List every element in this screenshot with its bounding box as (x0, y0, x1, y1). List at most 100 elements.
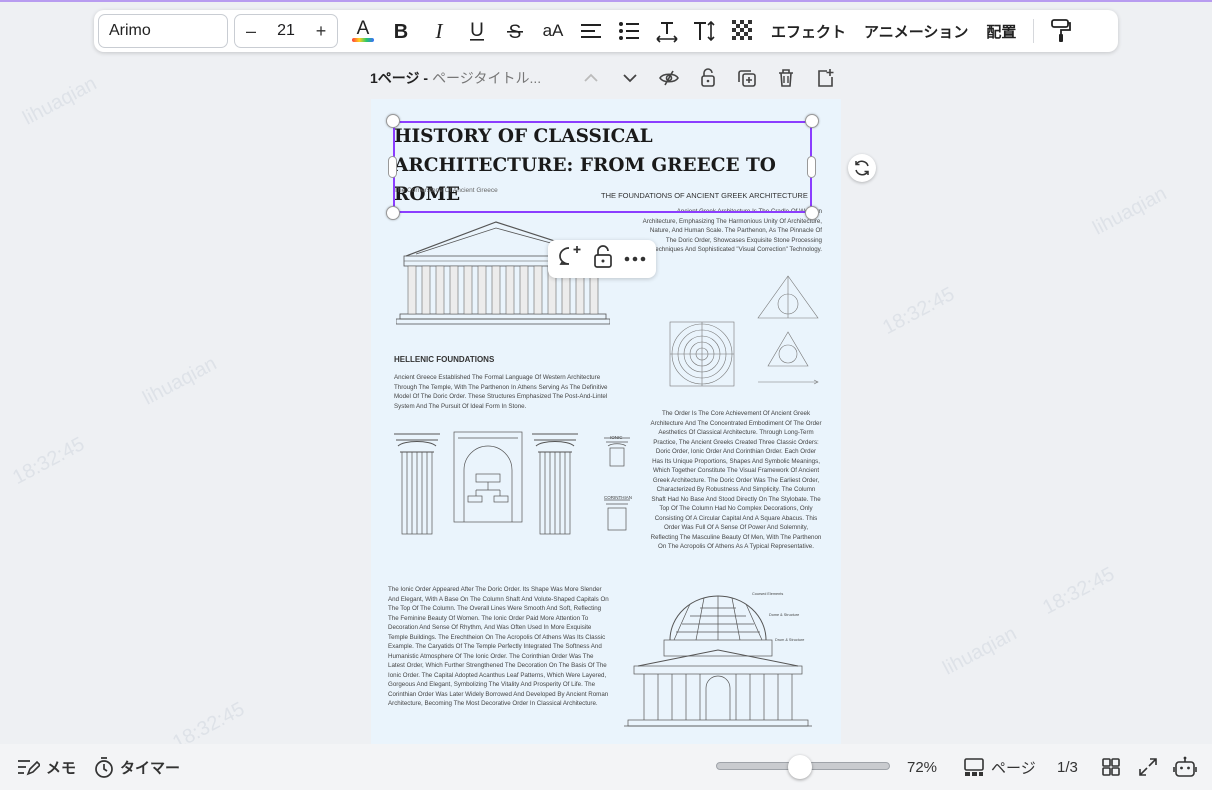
chevron-up-icon (584, 73, 598, 82)
strikethrough-icon: S (507, 22, 523, 42)
resize-handle-bottom-right[interactable] (805, 206, 819, 220)
svg-text:B: B (394, 21, 408, 42)
order-body-text[interactable]: The Order Is The Core Achievement Of Anc… (650, 409, 822, 552)
position-button[interactable]: 配置 (977, 21, 1025, 42)
font-family-dropdown[interactable]: Arimo (98, 14, 228, 48)
comment-plus-icon (559, 245, 581, 265)
text-color-button[interactable]: A (344, 14, 382, 48)
svg-text:A: A (357, 18, 370, 39)
add-page-icon (818, 69, 834, 87)
italic-button[interactable]: I (420, 14, 458, 48)
letter-case-label: aA (542, 21, 564, 40)
add-page-button[interactable] (810, 66, 840, 90)
page-header: 1ページ - ページタイトル... (370, 66, 840, 90)
lock-element-button[interactable] (593, 244, 613, 274)
hide-page-button[interactable] (654, 66, 684, 90)
page-view-button[interactable]: ページ (963, 757, 1036, 778)
underline-button[interactable]: U (458, 14, 496, 48)
decrease-font-size-button[interactable]: – (243, 21, 259, 42)
text-toolbar: Arimo – 21 + A B I U S aA エフェクト アニメーション … (94, 10, 1118, 52)
underline-icon: U (470, 20, 484, 41)
chevron-down-icon (623, 74, 637, 83)
section-body-hellenic[interactable]: Ancient Greece Established The Formal La… (394, 373, 618, 411)
section-heading-hellenic[interactable]: HELLENIC FOUNDATIONS (394, 355, 494, 364)
timer-icon (95, 757, 113, 778)
assistant-button[interactable] (1173, 755, 1197, 784)
orders-illustration (394, 431, 630, 535)
zoom-slider-knob[interactable] (787, 755, 812, 779)
notes-button[interactable]: メモ (16, 757, 76, 778)
lock-icon (594, 244, 612, 268)
section-body-foundations[interactable]: Ancient Greek Architecture Is The Cradle… (642, 207, 822, 255)
more-options-button[interactable] (623, 250, 647, 268)
pages-icon (964, 758, 984, 776)
dome-label: Drum & Structure (775, 638, 805, 642)
zoom-level[interactable]: 72% (907, 759, 937, 776)
ionic-order-body-text[interactable]: The Ionic Order Appeared After The Doric… (388, 585, 610, 709)
rotate-button[interactable] (848, 154, 876, 182)
grid-icon (1102, 758, 1120, 776)
text-color-icon: A (352, 18, 374, 42)
trash-icon (779, 69, 794, 87)
geometry-diagrams (669, 275, 819, 387)
resize-handle-bottom-left[interactable] (386, 206, 400, 220)
strikethrough-button[interactable]: S (496, 14, 534, 48)
timer-label: タイマー (120, 759, 181, 777)
lock-page-button[interactable] (693, 66, 723, 90)
toolbar-divider (1033, 19, 1035, 43)
line-spacing-button[interactable] (686, 14, 724, 48)
bullet-list-icon (619, 22, 639, 40)
align-left-button[interactable] (572, 14, 610, 48)
bold-icon: B (394, 21, 408, 42)
resize-handle-top-left[interactable] (386, 114, 400, 128)
transparency-button[interactable] (724, 14, 762, 48)
duplicate-page-button[interactable] (732, 66, 762, 90)
resize-handle-right[interactable] (807, 156, 816, 178)
selection-box (393, 121, 812, 213)
watermark: lihuaqian (1089, 182, 1171, 240)
watermark: 18:32:45 (9, 433, 89, 490)
ionic-label: IONIC (610, 435, 623, 440)
page-title-input[interactable]: ページタイトル... (432, 68, 560, 88)
timer-button[interactable]: タイマー (94, 756, 180, 778)
copy-style-button[interactable] (1042, 14, 1080, 48)
page-number-label: 1ページ - (370, 70, 429, 86)
bottom-bar: メモ タイマー 72% ページ 1/3 (0, 744, 1212, 790)
page-count: 1/3 (1057, 758, 1078, 776)
page-counter: 1/3 (1057, 759, 1078, 776)
resize-handle-top-right[interactable] (805, 114, 819, 128)
font-size-value[interactable]: 21 (277, 22, 295, 40)
notes-icon (18, 760, 40, 776)
corinthian-label: CORINTHIAN (604, 495, 632, 500)
increase-font-size-button[interactable]: + (313, 21, 329, 42)
watermark: 18:32:45 (1039, 563, 1119, 620)
letter-spacing-icon (656, 22, 678, 43)
svg-text:I: I (435, 20, 444, 42)
letter-spacing-button[interactable] (648, 14, 686, 48)
fullscreen-button[interactable] (1138, 757, 1158, 782)
line-spacing-icon (694, 20, 715, 42)
watermark: 18:32:45 (879, 283, 959, 340)
svg-text:U: U (470, 20, 484, 41)
add-comment-button[interactable] (557, 245, 583, 274)
eye-off-icon (659, 70, 679, 86)
grid-view-button[interactable] (1101, 757, 1121, 782)
delete-page-button[interactable] (771, 66, 801, 90)
dome-label: Dome & Structure (769, 613, 800, 617)
move-page-up-button[interactable] (576, 66, 606, 90)
paint-roller-icon (1051, 19, 1072, 42)
element-context-menu (548, 240, 656, 278)
watermark: lihuaqian (19, 72, 101, 130)
letter-case-button[interactable]: aA (534, 14, 572, 48)
more-icon (624, 256, 646, 262)
effects-button[interactable]: エフェクト (762, 21, 855, 42)
pages-label: ページ (991, 759, 1036, 777)
resize-handle-left[interactable] (388, 156, 397, 178)
bullet-list-button[interactable] (610, 14, 648, 48)
transparency-icon (732, 20, 752, 40)
animation-button[interactable]: アニメーション (855, 21, 977, 42)
move-page-down-button[interactable] (615, 66, 645, 90)
bold-button[interactable]: B (382, 14, 420, 48)
expand-icon (1139, 758, 1157, 776)
dome-label: Coursed Elements (752, 592, 784, 596)
